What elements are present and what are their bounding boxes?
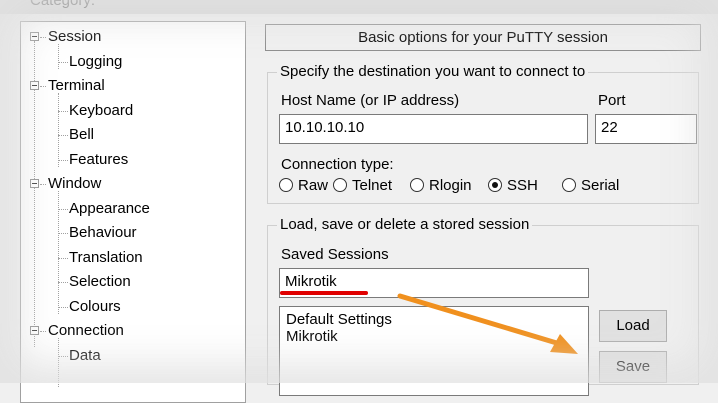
orange-arrow — [397, 293, 563, 347]
annotation-overlay — [280, 291, 578, 354]
